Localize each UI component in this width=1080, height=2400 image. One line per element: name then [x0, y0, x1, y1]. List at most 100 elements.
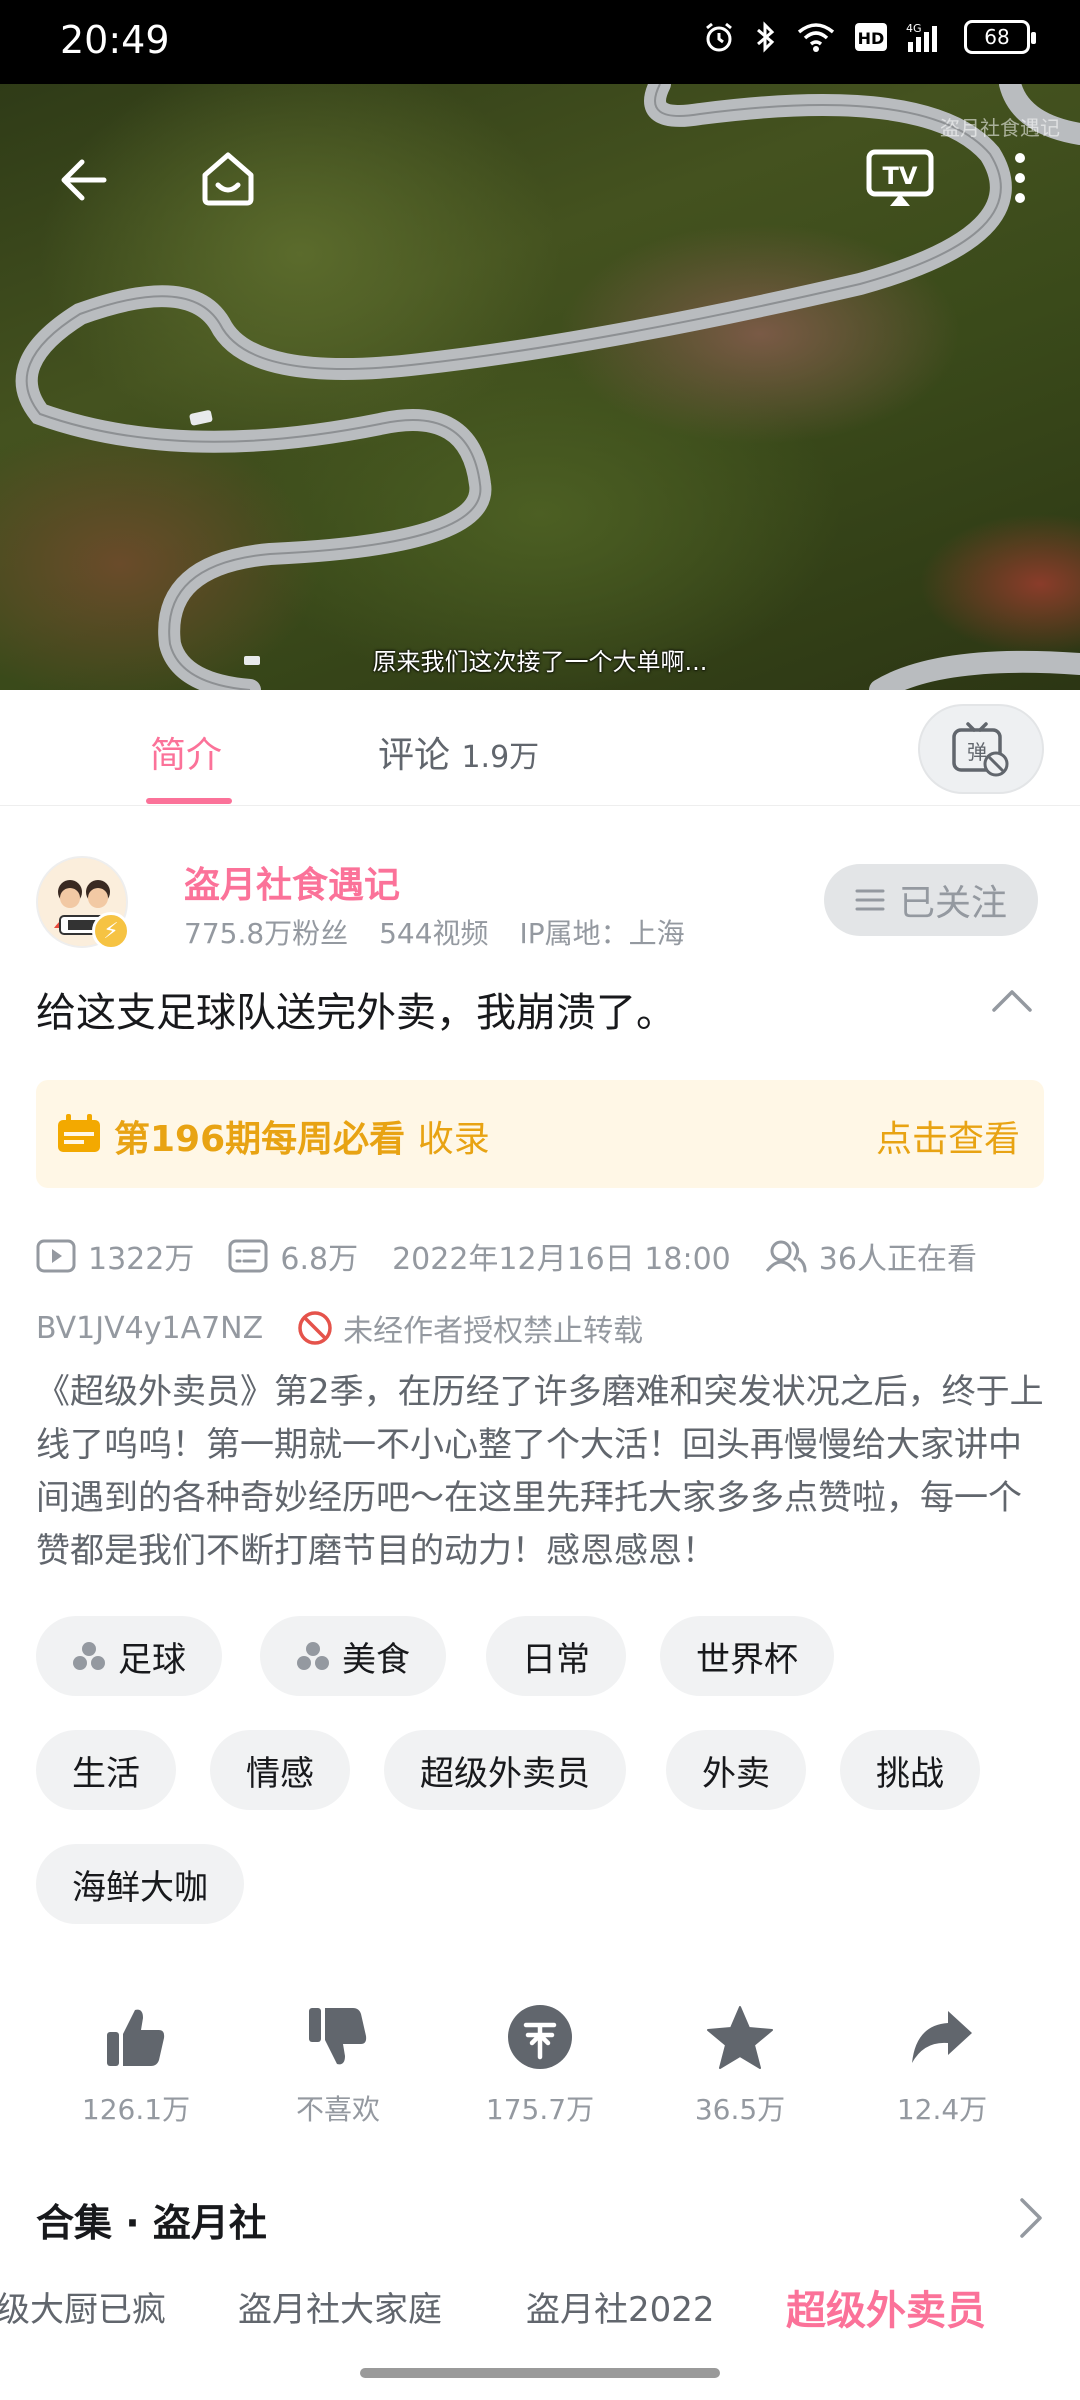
lightning-badge-icon: ⚡ — [92, 912, 130, 950]
svg-text:弹: 弹 — [967, 740, 987, 764]
coin-icon — [508, 2005, 572, 2069]
share-button[interactable]: 12.4万 — [862, 2000, 1022, 2128]
bvid: BV1JV4y1A7NZ — [36, 1310, 264, 1346]
tag-challenge[interactable]: 挑战 — [840, 1730, 980, 1810]
episode-item[interactable]: 盗月社大家庭 — [238, 2282, 442, 2331]
share-arrow-icon — [912, 2011, 972, 2063]
tag-label: 生活 — [72, 1753, 140, 1794]
tag-label: 足球 — [118, 1639, 186, 1680]
hd-icon: HD — [855, 23, 887, 51]
channel-icon — [297, 1642, 329, 1670]
svg-text:HD: HD — [858, 29, 885, 48]
tag-label: 美食 — [342, 1639, 410, 1680]
coin-button[interactable]: 175.7万 — [460, 2000, 620, 2128]
episode-item[interactable]: 盗月社2022 — [526, 2282, 715, 2331]
more-button[interactable] — [996, 136, 1044, 220]
tag-label: 情感 — [246, 1753, 314, 1794]
weekly-must-watch-banner[interactable]: 第196期每周必看 收录 点击查看 — [36, 1080, 1044, 1188]
status-bar: 20:49 HD 4G 68 — [0, 0, 1080, 84]
follow-label: 已关注 — [898, 883, 1007, 924]
star-icon — [707, 2006, 773, 2069]
copyright-notice: 未经作者授权禁止转载 — [343, 1314, 644, 1349]
no-repost-icon — [298, 1311, 332, 1345]
uploader-fans: 775.8万粉丝 — [184, 917, 349, 950]
uploader-name[interactable]: 盗月社食遇记 — [184, 856, 400, 908]
weekly-text: 第196期每周必看 收录 — [114, 1110, 490, 1162]
chevron-up-icon — [992, 990, 1032, 1012]
uploader-meta: 775.8万粉丝 544视频 IP属地：上海 — [184, 912, 707, 952]
tag-label: 外卖 — [702, 1753, 770, 1794]
tab-comments[interactable]: 评论 1.9万 — [378, 726, 539, 778]
tab-comments-count: 1.9万 — [461, 740, 540, 775]
video-id-row: BV1JV4y1A7NZ 未经作者授权禁止转载 — [36, 1306, 643, 1350]
video-description: 《超级外卖员》第2季，在历经了许多磨难和突发状况之后，终于上线了呜呜！第一期就一… — [36, 1372, 1044, 1571]
collection-expand-button[interactable] — [1018, 2196, 1044, 2244]
tag-super-delivery[interactable]: 超级外卖员 — [384, 1730, 626, 1810]
status-time: 20:49 — [60, 18, 170, 62]
tag-emotion[interactable]: 情感 — [210, 1730, 350, 1810]
dislike-button[interactable]: 不喜欢 — [258, 2000, 418, 2128]
tag-seafood[interactable]: 海鲜大咖 — [36, 1844, 244, 1924]
danmaku-icon: 弹 — [952, 722, 1009, 777]
tab-comments-label: 评论 — [378, 735, 451, 776]
collection-title[interactable]: 合集 · 盗月社 — [36, 2192, 267, 2247]
favorite-count: 36.5万 — [694, 2093, 786, 2126]
coin-count: 175.7万 — [485, 2093, 595, 2126]
more-icon — [1015, 153, 1025, 203]
tag-label: 日常 — [522, 1639, 590, 1680]
episode-item[interactable]: 级大厨已疯 — [0, 2282, 166, 2331]
back-icon — [61, 159, 107, 201]
thumbs-down-icon — [309, 2008, 367, 2065]
weekly-included: 收录 — [417, 1119, 490, 1160]
home-indicator[interactable] — [360, 2368, 720, 2378]
alarm-icon — [706, 22, 732, 52]
tag-label: 世界杯 — [696, 1639, 798, 1680]
weekly-view-link[interactable]: 点击查看 — [876, 1110, 1020, 1162]
share-count: 12.4万 — [896, 2093, 988, 2126]
tag-world-cup[interactable]: 世界杯 — [660, 1616, 834, 1696]
collection-episode-list: 级大厨已疯 盗月社大家庭 盗月社2022 超级外卖员 — [0, 2282, 1080, 2342]
tag-delivery[interactable]: 外卖 — [666, 1730, 806, 1810]
home-icon — [202, 152, 254, 206]
episode-item-active[interactable]: 超级外卖员 — [786, 2282, 986, 2336]
tab-active-indicator — [146, 798, 232, 804]
tag-life[interactable]: 生活 — [36, 1730, 176, 1810]
channel-icon — [73, 1642, 105, 1670]
thumbs-up-icon — [107, 2009, 165, 2066]
chevron-right-icon — [1020, 2198, 1042, 2238]
wifi-icon — [797, 23, 835, 52]
tag-food[interactable]: 美食 — [260, 1616, 446, 1696]
tag-label: 超级外卖员 — [420, 1753, 590, 1794]
dislike-label: 不喜欢 — [295, 2093, 380, 2126]
tag-football[interactable]: 足球 — [36, 1616, 222, 1696]
svg-text:4G: 4G — [906, 22, 922, 35]
tag-daily[interactable]: 日常 — [486, 1616, 626, 1696]
like-button[interactable]: 126.1万 — [56, 2000, 216, 2128]
video-player[interactable]: 盗月社食遇记 TV 原来我们这次接了一个大单啊... — [0, 84, 1080, 690]
watching-users-icon — [765, 1240, 807, 1273]
danmaku-count: 6.8万 — [280, 1242, 359, 1277]
uploader-videos: 544视频 — [379, 917, 489, 950]
calendar-ticket-icon — [58, 1114, 100, 1152]
collapse-button[interactable] — [990, 986, 1034, 1018]
video-title: 给这支足球队送完外卖，我崩溃了。 — [36, 990, 676, 1036]
svg-text:TV: TV — [883, 162, 918, 190]
menu-lines-icon — [855, 889, 885, 911]
follow-button[interactable]: 已关注 — [824, 864, 1038, 936]
danmaku-count-icon — [228, 1239, 268, 1273]
battery-level: 68 — [984, 25, 1010, 49]
danmaku-input-button[interactable]: 弹 — [918, 704, 1044, 794]
detail-tabs: 简介 评论 1.9万 弹 — [0, 690, 1080, 806]
favorite-button[interactable]: 36.5万 — [660, 2000, 820, 2128]
bluetooth-icon — [757, 21, 775, 53]
watching-count: 36人正在看 — [818, 1242, 977, 1277]
tv-cast-button[interactable]: TV — [858, 136, 942, 220]
tag-label: 海鲜大咖 — [72, 1867, 208, 1908]
video-stats: 1322万 6.8万 2022年12月16日 18:00 36人正在看 — [36, 1234, 1011, 1278]
tab-intro[interactable]: 简介 — [150, 726, 222, 778]
home-button[interactable] — [188, 136, 268, 220]
uploader-card: ⚡ 盗月社食遇记 775.8万粉丝 544视频 IP属地：上海 已关注 — [36, 856, 1046, 956]
publish-time: 2022年12月16日 18:00 — [392, 1242, 731, 1277]
back-button[interactable] — [44, 140, 124, 220]
view-count: 1322万 — [88, 1242, 195, 1277]
